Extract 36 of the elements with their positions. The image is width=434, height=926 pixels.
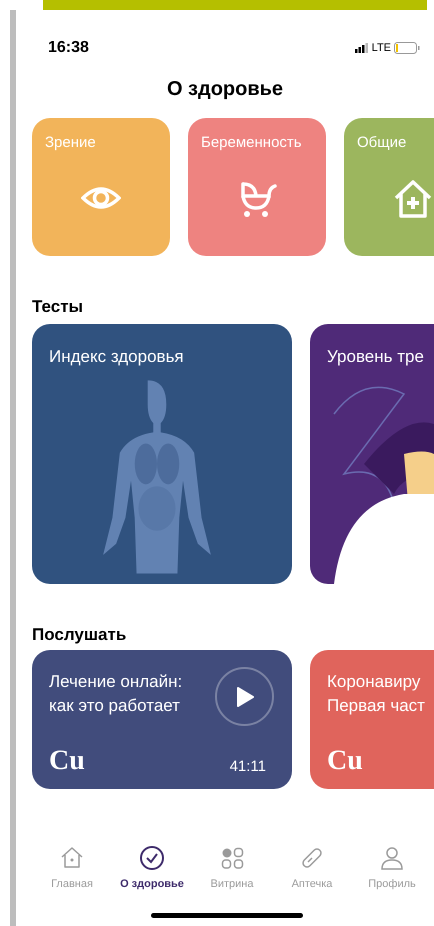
podcast-duration: 41:11 xyxy=(230,757,266,777)
grid-icon xyxy=(219,845,245,871)
signal-icon xyxy=(354,43,369,53)
status-time: 16:38 xyxy=(48,38,89,58)
podcast-card[interactable]: Коронавиру Первая част Cu xyxy=(310,650,434,789)
category-tile[interactable]: Беременность xyxy=(188,118,326,256)
podcast-title: Коронавиру Первая част xyxy=(327,671,425,717)
category-label: Беременность xyxy=(201,133,302,153)
tab-item[interactable]: Аптечка xyxy=(272,845,352,892)
tab-item[interactable]: Главная xyxy=(32,845,112,892)
podcast-logo: Cu xyxy=(49,746,85,776)
podcast-title: Лечение онлайн: как это работает xyxy=(49,671,182,717)
house-icon xyxy=(393,178,433,218)
section-heading: Послушать xyxy=(31,624,128,646)
network-label: LTE xyxy=(372,40,391,56)
category-label: Зрение xyxy=(45,133,96,153)
battery-icon xyxy=(394,42,420,54)
category-tile[interactable]: Зрение xyxy=(32,118,170,256)
podcast-card[interactable]: Лечение онлайн: как это работает Cu 41:11 xyxy=(32,650,292,789)
page-title: О здоровье xyxy=(166,77,284,102)
play-icon xyxy=(236,686,254,706)
tab-item[interactable]: Профиль xyxy=(352,845,432,892)
podcast-logo: Cu xyxy=(327,746,363,776)
test-card[interactable]: Индекс здоровья xyxy=(32,324,292,584)
test-title: Индекс здоровья xyxy=(49,346,184,368)
category-label: Общие xyxy=(357,133,406,153)
home-icon xyxy=(59,845,85,871)
tab-item[interactable]: Витрина xyxy=(192,845,272,892)
category-tile[interactable]: Общие xyxy=(344,118,434,256)
section-heading: Тесты xyxy=(31,296,84,318)
test-title: Уровень тре xyxy=(327,346,424,368)
check-icon xyxy=(139,845,165,871)
test-card[interactable]: Уровень тре xyxy=(310,324,434,584)
tab-item[interactable]: О здоровье xyxy=(112,845,192,892)
person-icon xyxy=(379,845,405,871)
play-button[interactable] xyxy=(215,667,274,726)
